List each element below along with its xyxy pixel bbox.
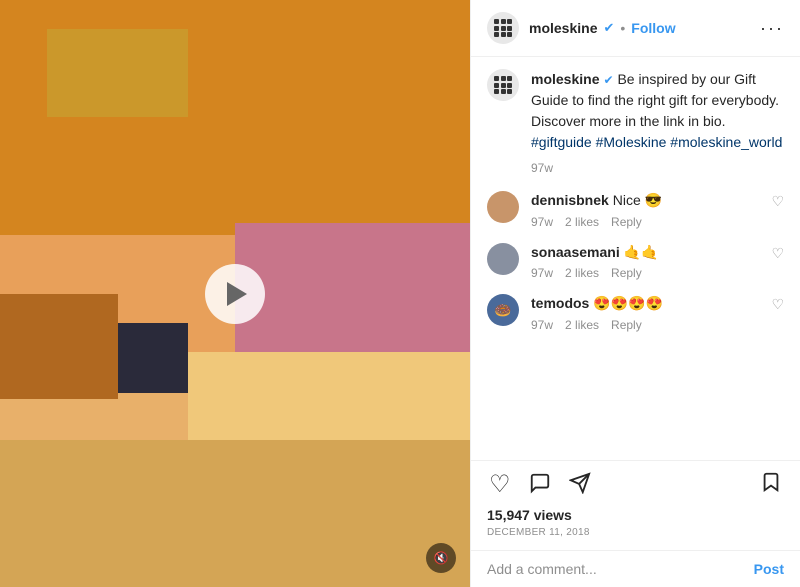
comment-meta-1: 97w 2 likes Reply — [531, 266, 759, 280]
share-icon — [569, 472, 591, 494]
comment-username-1[interactable]: sonaasemani — [531, 244, 620, 260]
bookmark-icon — [760, 471, 782, 493]
actions-bar: ♡ 15,947 views December 11, 2018 — [471, 460, 800, 550]
caption-hashtags[interactable]: #giftguide #Moleskine #moleskine_world — [531, 134, 782, 150]
caption-body: moleskine✔ Be inspired by our Gift Guide… — [531, 69, 784, 177]
comment-body-0: Nice 😎 — [613, 192, 662, 208]
moleskine-logo-icon — [494, 19, 512, 37]
post-header: moleskine ✔ • Follow ··· — [471, 0, 800, 57]
comment-reply-1[interactable]: Reply — [611, 266, 642, 280]
views-count: 15,947 views — [487, 507, 784, 523]
share-button[interactable] — [567, 470, 593, 500]
comment-content-1: sonaasemani🤙🤙 97w 2 likes Reply — [531, 243, 759, 281]
mute-icon: 🔇 — [434, 551, 449, 565]
header-username[interactable]: moleskine — [529, 20, 597, 36]
right-panel: moleskine ✔ • Follow ··· moleskine✔ Be i… — [470, 0, 800, 587]
comments-area: moleskine✔ Be inspired by our Gift Guide… — [471, 57, 800, 460]
verified-caption-icon: ✔ — [603, 73, 613, 87]
caption-avatar — [487, 69, 519, 101]
header-avatar — [487, 12, 519, 44]
comment-body-1: 🤙🤙 — [624, 244, 659, 260]
comment-row: sonaasemani🤙🤙 97w 2 likes Reply ♡ — [487, 243, 784, 281]
comment-avatar-dennis — [487, 191, 519, 223]
comment-content-0: dennisbnekNice 😎 97w 2 likes Reply — [531, 191, 759, 229]
comment-timestamp-0: 97w — [531, 215, 553, 229]
play-button[interactable] — [205, 264, 265, 324]
video-panel: 🔇 — [0, 0, 470, 587]
comment-like-icon-2[interactable]: ♡ — [771, 294, 784, 313]
comment-like-icon-0[interactable]: ♡ — [771, 191, 784, 210]
comment-meta-2: 97w 2 likes Reply — [531, 318, 759, 332]
follow-button[interactable]: Follow — [631, 20, 675, 36]
caption-username[interactable]: moleskine — [531, 71, 599, 87]
comment-body-2: 😍😍😍😍 — [593, 295, 663, 311]
comment-input-area: Post — [471, 550, 800, 587]
comment-like-icon-1[interactable]: ♡ — [771, 243, 784, 262]
caption-timestamp: 97w — [531, 159, 784, 177]
bookmark-button[interactable] — [758, 469, 784, 501]
comment-button[interactable] — [527, 470, 553, 500]
comment-input[interactable] — [487, 561, 754, 577]
play-icon — [227, 282, 247, 306]
comment-likes-1[interactable]: 2 likes — [565, 266, 599, 280]
post-comment-button[interactable]: Post — [754, 561, 784, 577]
comment-icon — [529, 472, 551, 494]
comment-avatar-temodos: 🍩 — [487, 294, 519, 326]
comment-text-2: temodos😍😍😍😍 — [531, 294, 759, 314]
comment-avatar-sona — [487, 243, 519, 275]
comment-meta-0: 97w 2 likes Reply — [531, 215, 759, 229]
dot-separator: • — [620, 20, 625, 36]
more-options-button[interactable]: ··· — [760, 19, 784, 37]
action-icons-group: ♡ — [487, 469, 784, 501]
post-date: December 11, 2018 — [487, 527, 784, 538]
comment-likes-0[interactable]: 2 likes — [565, 215, 599, 229]
like-button[interactable]: ♡ — [487, 471, 513, 499]
comment-timestamp-2: 97w — [531, 318, 553, 332]
comment-reply-0[interactable]: Reply — [611, 215, 642, 229]
comment-text-1: sonaasemani🤙🤙 — [531, 243, 759, 263]
comment-row: 🍩 temodos😍😍😍😍 97w 2 likes Reply ♡ — [487, 294, 784, 332]
comment-reply-2[interactable]: Reply — [611, 318, 642, 332]
comment-row: dennisbnekNice 😎 97w 2 likes Reply ♡ — [487, 191, 784, 229]
comment-timestamp-1: 97w — [531, 266, 553, 280]
header-name-group: moleskine ✔ • Follow — [529, 20, 760, 36]
comment-username-0[interactable]: dennisbnek — [531, 192, 609, 208]
caption-logo-icon — [494, 76, 512, 94]
verified-icon: ✔ — [603, 20, 614, 36]
comment-username-2[interactable]: temodos — [531, 295, 589, 311]
comment-likes-2[interactable]: 2 likes — [565, 318, 599, 332]
comment-content-2: temodos😍😍😍😍 97w 2 likes Reply — [531, 294, 759, 332]
comment-text-0: dennisbnekNice 😎 — [531, 191, 759, 211]
caption-row: moleskine✔ Be inspired by our Gift Guide… — [487, 69, 784, 177]
mute-button[interactable]: 🔇 — [426, 543, 456, 573]
